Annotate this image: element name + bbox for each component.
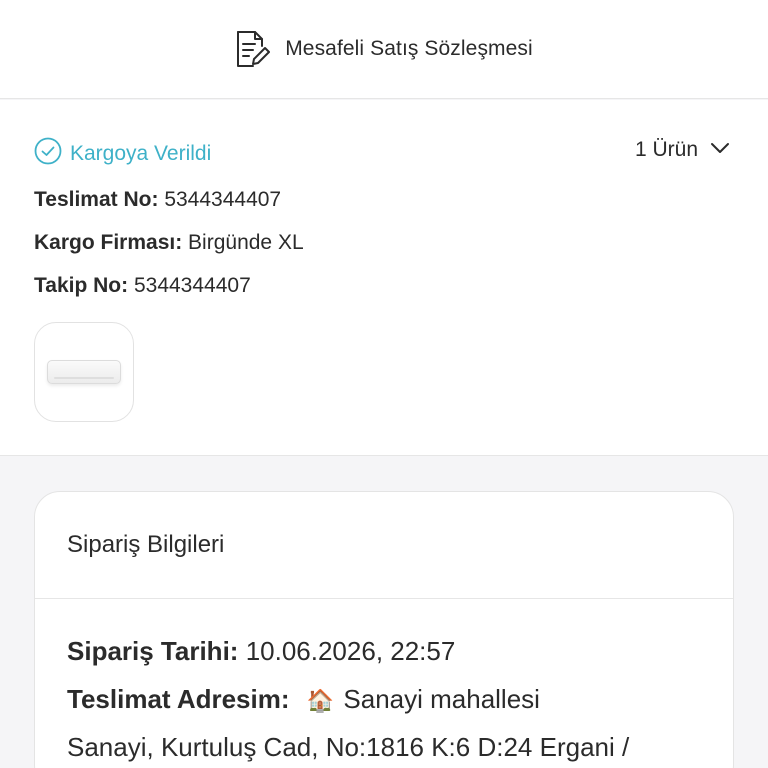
delivery-address-label: Teslimat Adresim: <box>67 684 290 714</box>
tracking-no-label: Takip No: <box>34 274 129 297</box>
check-circle-icon <box>34 137 62 170</box>
shipment-card: Kargoya Verildi 1 Ürün Teslimat No: 5344… <box>0 100 768 456</box>
carrier-value: Birgünde XL <box>188 231 304 254</box>
order-date-value: 10.06.2026, 22:57 <box>245 636 456 666</box>
delivery-no-value: 5344344407 <box>164 188 282 211</box>
order-date-label: Sipariş Tarihi: <box>67 636 239 666</box>
delivery-no-row: Teslimat No: 5344344407 <box>34 188 281 212</box>
status-text: Kargoya Verildi <box>70 141 212 165</box>
contract-label: Mesafeli Satış Sözleşmesi <box>285 37 533 60</box>
delivery-no-label: Teslimat No: <box>34 188 159 211</box>
tracking-no-row: Takip No: 5344344407 <box>34 274 251 298</box>
house-icon: 🏠 <box>306 688 335 713</box>
distance-sales-contract-link[interactable]: Mesafeli Satış Sözleşmesi <box>235 30 533 68</box>
document-edit-icon <box>235 30 271 68</box>
address-name: Sanayi mahallesi <box>343 684 540 714</box>
tracking-no-value: 5344344407 <box>133 274 251 297</box>
order-info-title: Sipariş Bilgileri <box>35 492 733 599</box>
products-toggle[interactable]: 1 Ürün <box>635 138 730 162</box>
shipment-status: Kargoya Verildi <box>34 137 211 170</box>
address-line: Sanayi, Kurtuluş Cad, No:1816 K:6 D:24 E… <box>67 732 630 762</box>
product-thumbnail[interactable] <box>34 322 134 422</box>
contract-bar: Mesafeli Satış Sözleşmesi <box>0 0 768 99</box>
order-info-card: Sipariş Bilgileri Sipariş Tarihi: 10.06.… <box>34 491 734 768</box>
order-date-row: Sipariş Tarihi: 10.06.2026, 22:57 <box>67 636 455 667</box>
delivery-address-row: Teslimat Adresim: 🏠 Sanayi mahallesi <box>67 684 540 715</box>
product-image <box>47 360 121 384</box>
carrier-row: Kargo Firması: Birgünde XL <box>34 231 304 255</box>
chevron-down-icon <box>710 141 730 159</box>
products-count: 1 Ürün <box>634 138 698 161</box>
carrier-label: Kargo Firması: <box>34 231 183 254</box>
